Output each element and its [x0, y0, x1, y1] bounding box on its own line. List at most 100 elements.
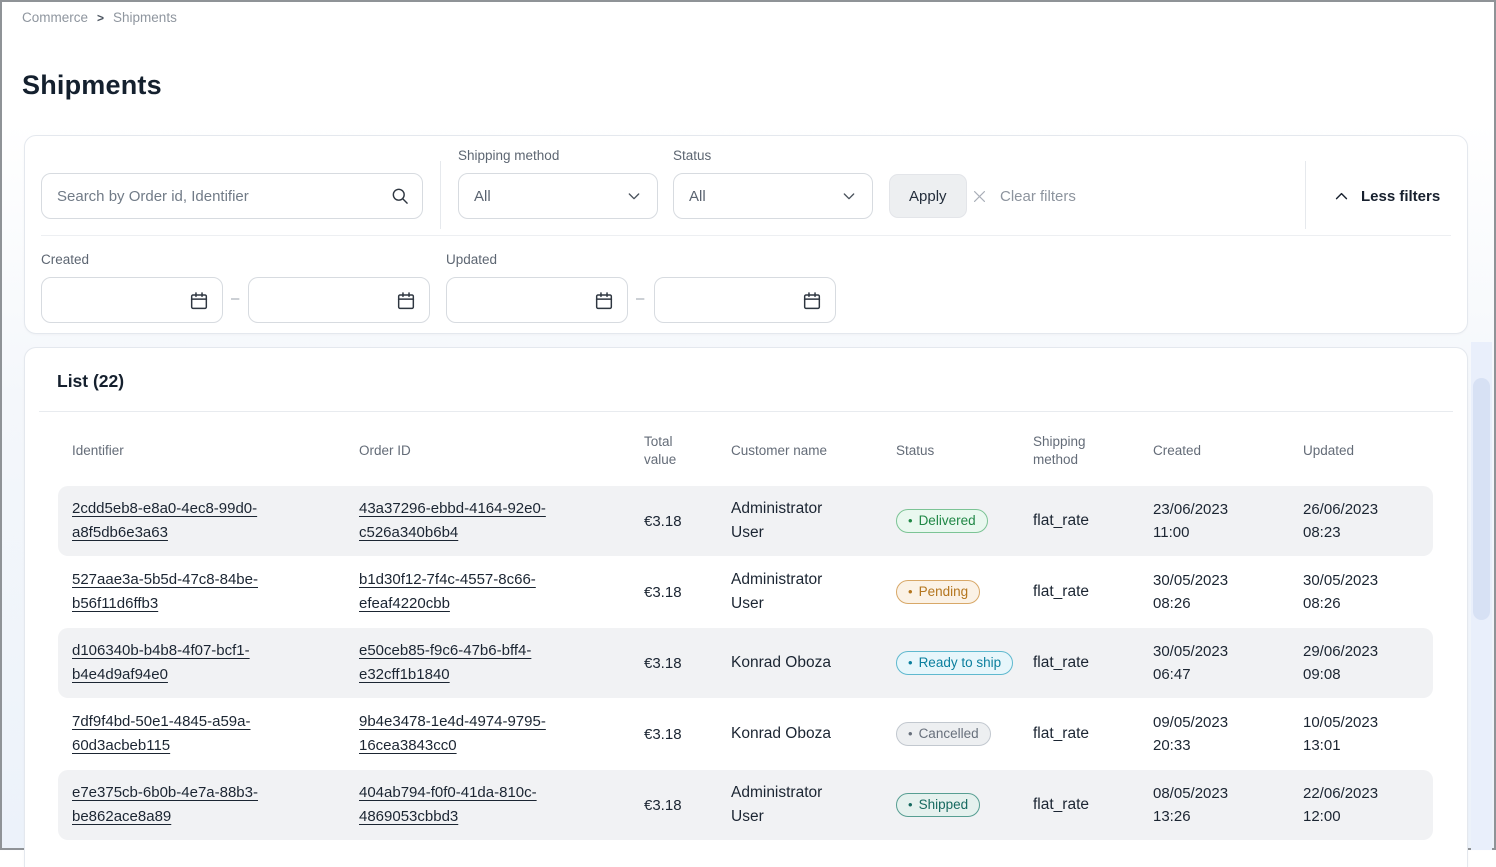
less-filters-label: Less filters: [1361, 188, 1440, 205]
search-field: [41, 173, 423, 219]
filters-panel: Shipping method All Status All Apply Cle…: [24, 135, 1468, 334]
created-from-field: [41, 277, 223, 323]
status-dot-icon: •: [908, 655, 913, 670]
identifier-link[interactable]: e7e375cb-6b0b-4e7a-88b3-be862ace8a89: [72, 781, 290, 829]
table-row: 7df9f4bd-50e1-4845-a59a-60d3acbeb115 9b4…: [58, 699, 1433, 769]
status-badge: • Ready to ship: [896, 651, 1013, 675]
shipping-method: flat_rate: [1033, 725, 1153, 743]
status-dot-icon: •: [908, 513, 913, 528]
clear-filters-button[interactable]: Clear filters: [971, 174, 1076, 218]
calendar-icon[interactable]: [593, 289, 617, 313]
identifier-link[interactable]: 527aae3a-5b5d-47c8-84be-b56f11d6ffb3: [72, 568, 290, 616]
shipping-method: flat_rate: [1033, 512, 1153, 530]
total-value: €3.18: [644, 655, 731, 672]
status-dot-icon: •: [908, 797, 913, 812]
updated-from-input[interactable]: [447, 278, 577, 322]
status-dot-icon: •: [908, 584, 913, 599]
chevron-up-icon: [1333, 188, 1350, 205]
created-to-field: [248, 277, 430, 323]
list-divider: [39, 411, 1453, 412]
created-datetime: 08/05/202313:26: [1153, 782, 1303, 829]
created-datetime: 09/05/202320:33: [1153, 711, 1303, 758]
breadcrumb-item-commerce[interactable]: Commerce: [22, 10, 88, 25]
column-header-total-value: Total value: [644, 433, 696, 469]
column-header-identifier: Identifier: [72, 442, 359, 460]
column-header-updated: Updated: [1303, 442, 1433, 460]
table-row: d106340b-b4b8-4f07-bcf1-b4e4d9af94e0 e50…: [58, 628, 1433, 698]
total-value: €3.18: [644, 726, 731, 743]
created-to-input[interactable]: [249, 278, 379, 322]
customer-name: Konrad Oboza: [731, 651, 843, 675]
created-datetime: 23/06/202311:00: [1153, 498, 1303, 545]
updated-to-input[interactable]: [655, 278, 785, 322]
updated-datetime: 29/06/202309:08: [1303, 640, 1433, 687]
identifier-link[interactable]: 7df9f4bd-50e1-4845-a59a-60d3acbeb115: [72, 710, 290, 758]
status-badge: • Pending: [896, 580, 980, 604]
order-id-link[interactable]: 404ab794-f0f0-41da-810c-4869053cbbd3: [359, 781, 577, 829]
calendar-icon[interactable]: [801, 289, 825, 313]
order-id-link[interactable]: b1d30f12-7f4c-4557-8c66-efeaf4220cbb: [359, 568, 577, 616]
status-badge-label: Delivered: [919, 513, 976, 528]
table-header-row: Identifier Order ID Total value Customer…: [58, 422, 1433, 480]
identifier-link[interactable]: 2cdd5eb8-e8a0-4ec8-99d0-a8f5db6e3a63: [72, 497, 290, 545]
breadcrumb: Commerce > Shipments: [22, 10, 177, 25]
customer-name: Administrator User: [731, 568, 843, 616]
updated-datetime: 22/06/202312:00: [1303, 782, 1433, 829]
customer-name: Administrator User: [731, 497, 843, 545]
updated-datetime: 30/05/202308:26: [1303, 569, 1433, 616]
filter-divider: [440, 161, 441, 229]
table-row: e7e375cb-6b0b-4e7a-88b3-be862ace8a89 404…: [58, 770, 1433, 840]
order-id-link[interactable]: e50ceb85-f9c6-47b6-bff4-e32cff1b1840: [359, 639, 577, 687]
list-title: List (22): [57, 371, 124, 392]
status-badge: • Shipped: [896, 793, 980, 817]
shipping-method-value: All: [474, 188, 491, 205]
apply-button[interactable]: Apply: [889, 174, 967, 218]
shipping-method: flat_rate: [1033, 654, 1153, 672]
column-header-shipping-method: Shipping method: [1033, 433, 1107, 469]
clear-filters-label: Clear filters: [1000, 188, 1076, 205]
table-row: 2cdd5eb8-e8a0-4ec8-99d0-a8f5db6e3a63 43a…: [58, 486, 1433, 556]
created-label: Created: [41, 252, 89, 267]
created-from-input[interactable]: [42, 278, 172, 322]
updated-to-field: [654, 277, 836, 323]
customer-name: Konrad Oboza: [731, 722, 843, 746]
status-value: All: [689, 188, 706, 205]
order-id-link[interactable]: 9b4e3478-1e4d-4974-9795-16cea3843cc0: [359, 710, 577, 758]
status-select[interactable]: All: [673, 173, 873, 219]
status-badge: • Cancelled: [896, 722, 991, 746]
shipping-method: flat_rate: [1033, 583, 1153, 601]
total-value: €3.18: [644, 584, 731, 601]
shipping-method: flat_rate: [1033, 796, 1153, 814]
column-header-status: Status: [896, 442, 1033, 460]
column-header-order-id: Order ID: [359, 442, 644, 460]
close-icon: [971, 188, 988, 205]
column-header-created: Created: [1153, 442, 1303, 460]
order-id-link[interactable]: 43a37296-ebbd-4164-92e0-c526a340b6b4: [359, 497, 577, 545]
calendar-icon[interactable]: [395, 289, 419, 313]
column-header-customer-name: Customer name: [731, 442, 896, 460]
calendar-icon[interactable]: [188, 289, 212, 313]
filter-row-divider: [41, 235, 1451, 236]
updated-datetime: 10/05/202313:01: [1303, 711, 1433, 758]
table-row: 527aae3a-5b5d-47c8-84be-b56f11d6ffb3 b1d…: [58, 557, 1433, 627]
status-badge-label: Ready to ship: [919, 655, 1002, 670]
created-datetime: 30/05/202308:26: [1153, 569, 1303, 616]
breadcrumb-item-shipments: Shipments: [113, 10, 177, 25]
identifier-link[interactable]: d106340b-b4b8-4f07-bcf1-b4e4d9af94e0: [72, 639, 290, 687]
breadcrumb-separator-icon: >: [97, 11, 104, 25]
filter-divider: [1305, 161, 1306, 229]
chevron-down-icon: [626, 188, 642, 204]
shipping-method-select[interactable]: All: [458, 173, 658, 219]
status-badge: • Delivered: [896, 509, 988, 533]
total-value: €3.18: [644, 797, 731, 814]
scrollbar-thumb[interactable]: [1473, 378, 1490, 620]
search-input[interactable]: [41, 173, 423, 219]
updated-label: Updated: [446, 252, 497, 267]
range-dash: –: [636, 290, 644, 307]
range-dash: –: [231, 290, 239, 307]
customer-name: Administrator User: [731, 781, 843, 829]
status-badge-label: Pending: [919, 584, 969, 599]
less-filters-button[interactable]: Less filters: [1333, 174, 1440, 218]
shipments-list-panel: List (22) Identifier Order ID Total valu…: [24, 347, 1468, 867]
status-label: Status: [673, 148, 711, 163]
